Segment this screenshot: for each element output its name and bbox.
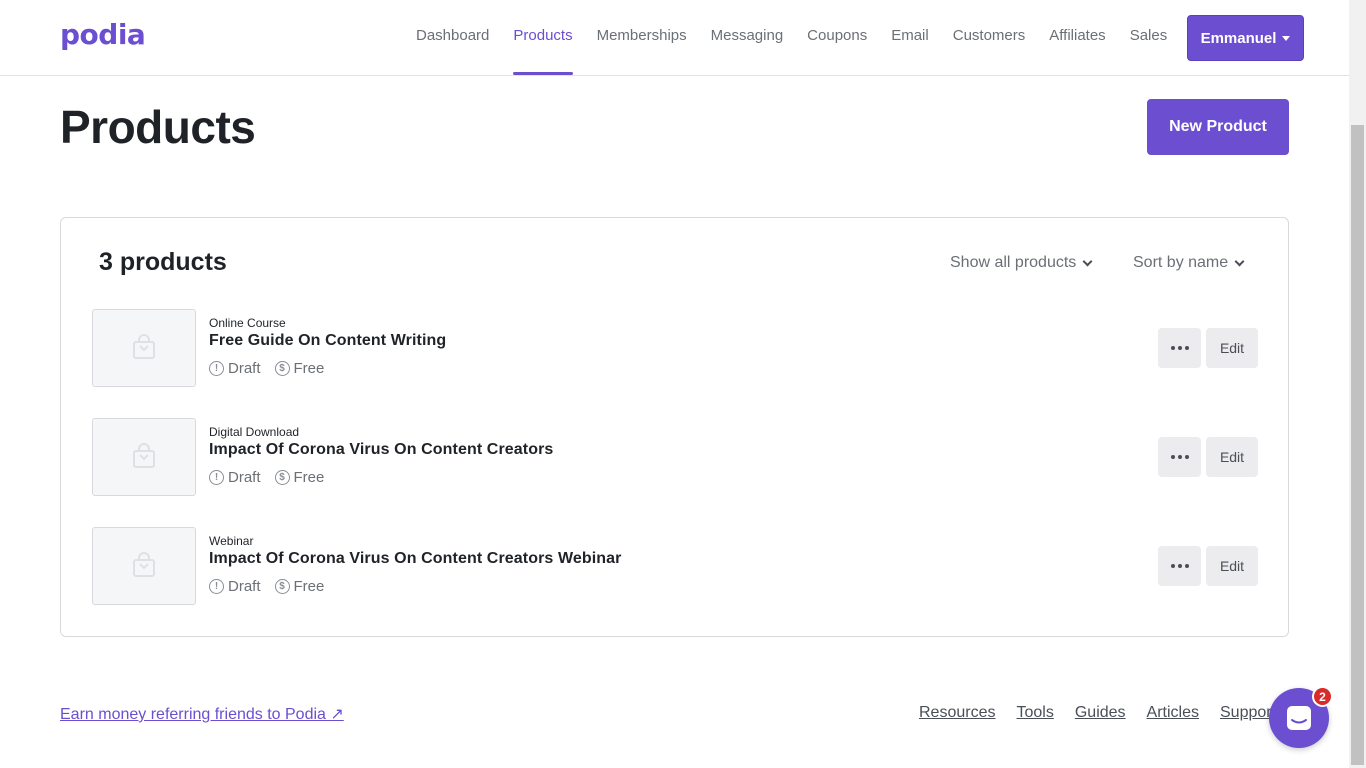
product-thumbnail[interactable] bbox=[92, 309, 196, 387]
chevron-down-icon bbox=[1234, 256, 1245, 266]
status-label: Draft bbox=[228, 578, 261, 595]
more-dots-icon bbox=[1177, 455, 1182, 459]
nav-email[interactable]: Email bbox=[879, 0, 941, 75]
footer-link-support[interactable]: Support bbox=[1220, 704, 1276, 722]
nav-dashboard[interactable]: Dashboard bbox=[404, 0, 501, 75]
nav-customers[interactable]: Customers bbox=[941, 0, 1038, 75]
info-icon: ! bbox=[209, 579, 224, 594]
top-navigation-bar: podia Dashboard Products Memberships Mes… bbox=[0, 0, 1349, 76]
chat-icon bbox=[1287, 706, 1311, 730]
footer-links-container: Resources Tools Guides Articles Support bbox=[919, 700, 1279, 730]
more-options-button[interactable] bbox=[1158, 437, 1201, 477]
referral-link[interactable]: Earn money referring friends to Podia ↗ bbox=[60, 704, 344, 724]
price-free: $ Free bbox=[274, 360, 325, 377]
bag-icon bbox=[133, 443, 155, 468]
product-type: Online Course bbox=[209, 316, 286, 330]
more-dots-icon bbox=[1170, 346, 1175, 350]
product-count: 3 products bbox=[99, 248, 227, 276]
bag-icon bbox=[133, 552, 155, 577]
sort-label: Sort by name bbox=[1133, 254, 1229, 271]
product-type: Webinar bbox=[209, 534, 254, 548]
more-options-button[interactable] bbox=[1158, 546, 1201, 586]
show-products-filter[interactable]: Show all products bbox=[950, 254, 1093, 272]
product-row: Webinar Impact Of Corona Virus On Conten… bbox=[92, 527, 1258, 605]
product-meta: ! Draft $ Free bbox=[209, 360, 324, 377]
product-meta: ! Draft $ Free bbox=[209, 469, 324, 486]
more-dots-icon bbox=[1177, 346, 1182, 350]
more-dots-icon bbox=[1184, 346, 1189, 350]
product-row: Online Course Free Guide On Content Writ… bbox=[92, 309, 1258, 387]
more-dots-icon bbox=[1170, 564, 1175, 568]
footer-link-guides[interactable]: Guides bbox=[1075, 704, 1126, 722]
product-name[interactable]: Impact Of Corona Virus On Content Creato… bbox=[209, 550, 621, 568]
info-icon: ! bbox=[209, 361, 224, 376]
scrollbar-thumb[interactable] bbox=[1351, 125, 1364, 765]
more-dots-icon bbox=[1170, 455, 1175, 459]
footer-links: Resources Tools Guides Articles Support bbox=[919, 704, 1276, 722]
product-thumbnail[interactable] bbox=[92, 527, 196, 605]
bag-icon bbox=[133, 334, 155, 359]
main-nav: Dashboard Products Memberships Messaging… bbox=[404, 0, 1179, 75]
price-label: Free bbox=[293, 469, 325, 486]
status-draft: ! Draft bbox=[209, 578, 261, 595]
product-thumbnail[interactable] bbox=[92, 418, 196, 496]
dollar-icon: $ bbox=[274, 361, 290, 376]
edit-button[interactable]: Edit bbox=[1206, 437, 1258, 477]
status-draft: ! Draft bbox=[209, 360, 261, 377]
chevron-down-icon bbox=[1082, 256, 1093, 266]
dollar-icon: $ bbox=[274, 470, 290, 485]
new-product-button[interactable]: New Product bbox=[1147, 99, 1289, 155]
edit-button[interactable]: Edit bbox=[1206, 546, 1258, 586]
status-draft: ! Draft bbox=[209, 469, 261, 486]
more-dots-icon bbox=[1184, 564, 1189, 568]
nav-sales[interactable]: Sales bbox=[1118, 0, 1180, 75]
nav-messaging[interactable]: Messaging bbox=[699, 0, 796, 75]
footer-link-articles[interactable]: Articles bbox=[1147, 704, 1199, 722]
info-icon: ! bbox=[209, 470, 224, 485]
price-free: $ Free bbox=[274, 578, 325, 595]
nav-affiliates[interactable]: Affiliates bbox=[1037, 0, 1117, 75]
status-label: Draft bbox=[228, 360, 261, 377]
nav-memberships[interactable]: Memberships bbox=[585, 0, 699, 75]
sort-dropdown[interactable]: Sort by name bbox=[1133, 254, 1245, 272]
product-row: Digital Download Impact Of Corona Virus … bbox=[92, 418, 1258, 496]
price-label: Free bbox=[293, 360, 325, 377]
price-label: Free bbox=[293, 578, 325, 595]
footer-link-tools[interactable]: Tools bbox=[1016, 704, 1053, 722]
podia-logo[interactable]: podia bbox=[60, 18, 146, 51]
product-type: Digital Download bbox=[209, 425, 300, 439]
product-name[interactable]: Impact Of Corona Virus On Content Creato… bbox=[209, 441, 553, 459]
user-menu-label: Emmanuel bbox=[1200, 29, 1277, 47]
product-name[interactable]: Free Guide On Content Writing bbox=[209, 332, 446, 350]
products-card: 3 products Show all products Sort by nam… bbox=[60, 217, 1289, 637]
status-label: Draft bbox=[228, 469, 261, 486]
filter-label: Show all products bbox=[950, 254, 1077, 271]
product-meta: ! Draft $ Free bbox=[209, 578, 324, 595]
more-dots-icon bbox=[1184, 455, 1189, 459]
nav-products[interactable]: Products bbox=[501, 0, 584, 75]
user-menu-button[interactable]: Emmanuel bbox=[1187, 15, 1304, 61]
edit-button[interactable]: Edit bbox=[1206, 328, 1258, 368]
footer-link-resources[interactable]: Resources bbox=[919, 704, 995, 722]
notification-badge: 2 bbox=[1312, 686, 1333, 707]
caret-down-icon bbox=[1282, 35, 1291, 41]
more-options-button[interactable] bbox=[1158, 328, 1201, 368]
page-title: Products bbox=[60, 101, 256, 153]
price-free: $ Free bbox=[274, 469, 325, 486]
dollar-icon: $ bbox=[274, 579, 290, 594]
nav-coupons[interactable]: Coupons bbox=[795, 0, 879, 75]
more-dots-icon bbox=[1177, 564, 1182, 568]
